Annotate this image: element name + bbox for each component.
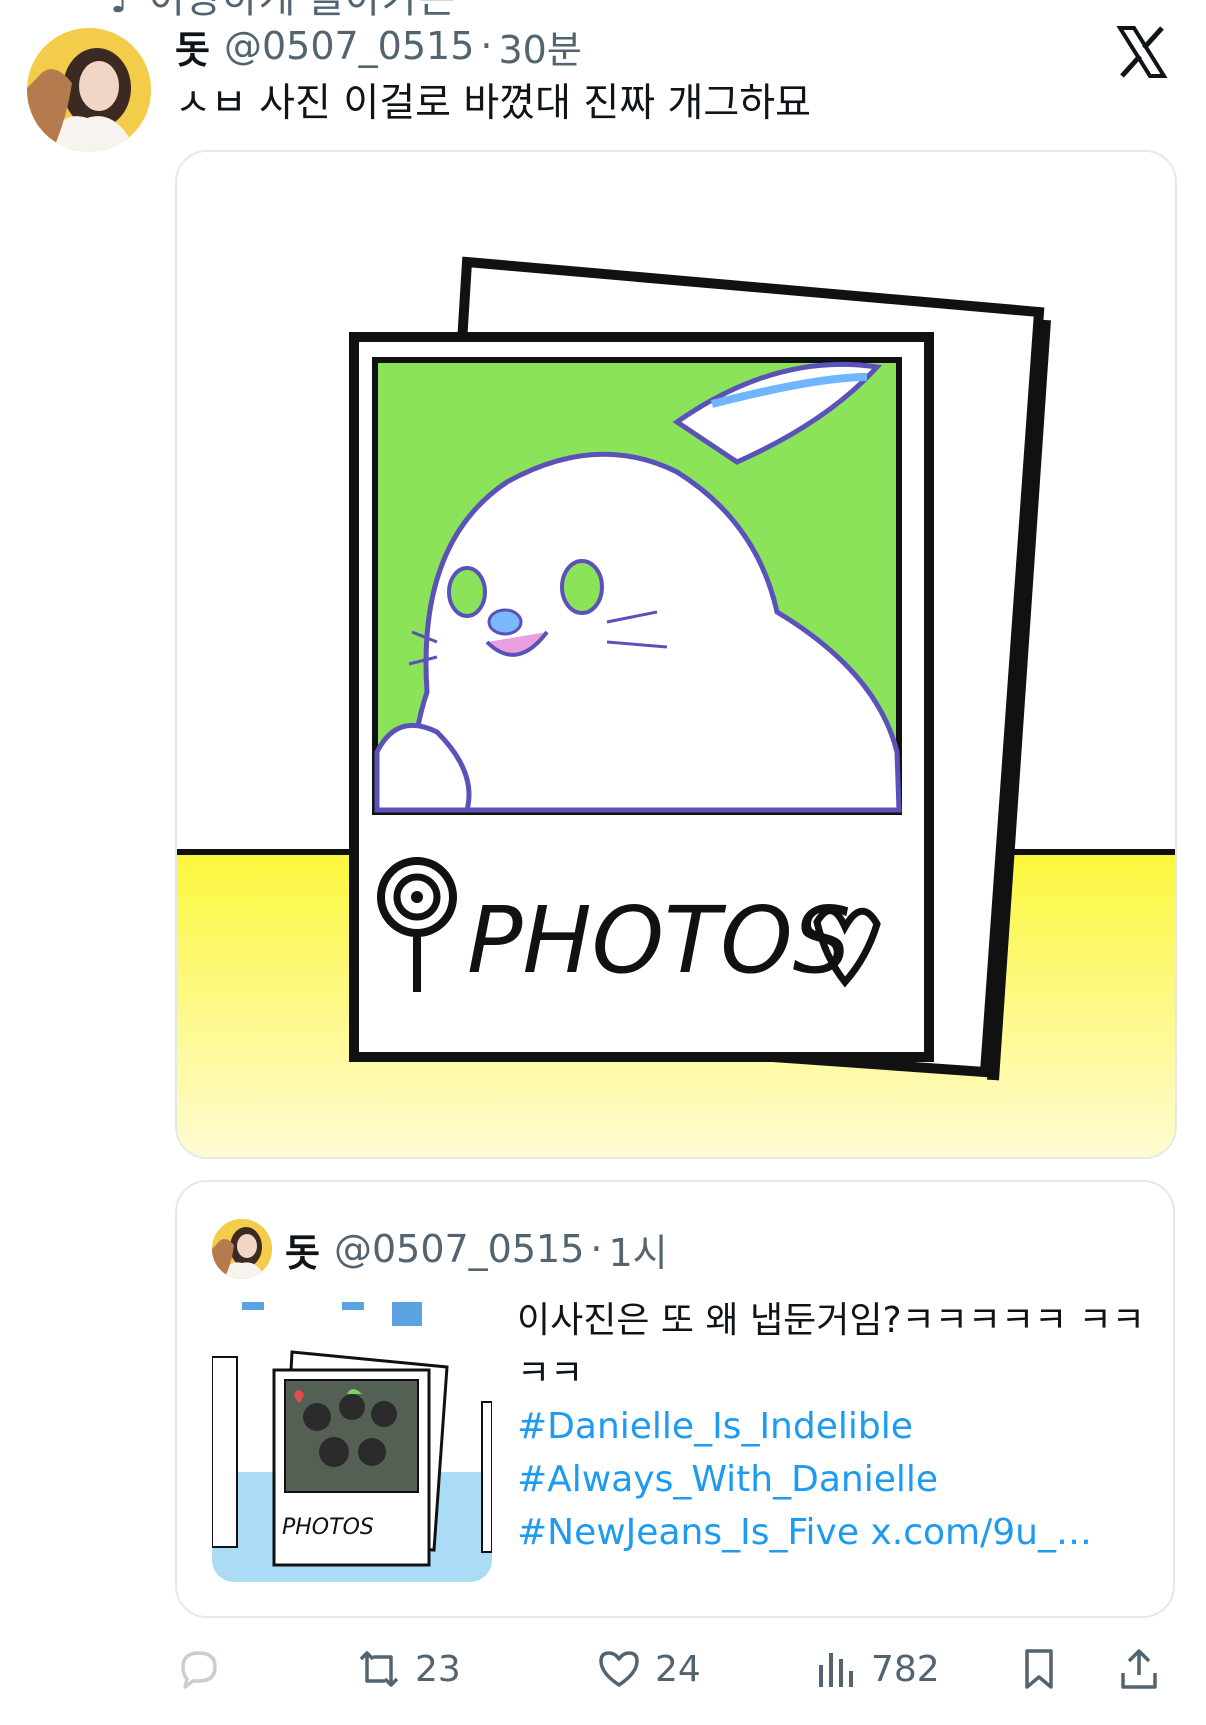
retweet-count: 23: [415, 1648, 461, 1690]
reply-icon: [181, 1651, 217, 1689]
hashtag-link[interactable]: #NewJeans_Is_Five: [517, 1512, 859, 1553]
tweet-media-image[interactable]: PHOTOS: [175, 150, 1177, 1159]
bookmark-icon: [1025, 1649, 1053, 1689]
quoted-tweet-card[interactable]: 돗 @0507_0515 · 1시 PHOTOS 이사진은 또 왜 냅둔거임?ㅋ…: [175, 1180, 1175, 1618]
author-avatar[interactable]: [27, 28, 151, 152]
post-time[interactable]: 30분: [498, 19, 581, 74]
quoted-author-name[interactable]: 돗: [285, 1222, 320, 1277]
quoted-author-line: 돗 @0507_0515 · 1시: [285, 1220, 668, 1278]
separator: ·: [590, 1227, 603, 1271]
separator: ·: [480, 24, 493, 68]
like-count: 24: [655, 1648, 701, 1690]
shortened-url[interactable]: x.com/9u_…: [870, 1512, 1091, 1553]
quoted-media-thumbnail[interactable]: PHOTOS: [212, 1302, 492, 1582]
like-button[interactable]: 24: [595, 1638, 701, 1700]
x-logo-icon[interactable]: [1114, 24, 1170, 80]
photos-caption-text: PHOTOS: [467, 887, 851, 994]
tweet-text: ㅅㅂ 사진 이걸로 바꼈대 진짜 개그하묘: [175, 81, 812, 126]
author-name[interactable]: 돗: [175, 19, 210, 74]
quoted-author-avatar[interactable]: [212, 1219, 272, 1279]
bookmark-button[interactable]: [1015, 1638, 1075, 1700]
views-icon: [819, 1653, 853, 1687]
hashtag-link[interactable]: #Danielle_Is_Indelible: [517, 1400, 1157, 1453]
quoted-tweet-body: 이사진은 또 왜 냅둔거임?ㅋㅋㅋㅋㅋ ㅋㅋㅋㅋ: [517, 1300, 1145, 1394]
quoted-thumb-caption: PHOTOS: [282, 1515, 374, 1540]
retweet-button[interactable]: 23: [355, 1638, 461, 1700]
hashtag-link: #NewJeans_Is_Five x.com/9u_…: [517, 1506, 1157, 1559]
hashtag-link[interactable]: #Always_With_Danielle: [517, 1453, 1157, 1506]
author-line: 돗 @0507_0515 · 30분: [175, 18, 582, 74]
share-button[interactable]: [1115, 1638, 1175, 1700]
tweet-action-bar: 23 24 782: [175, 1638, 1175, 1700]
views-button[interactable]: 782: [811, 1638, 940, 1700]
retweet-icon: [359, 1651, 399, 1687]
quoted-post-time[interactable]: 1시: [608, 1222, 667, 1277]
share-icon: [1121, 1649, 1157, 1689]
quoted-tweet-text: 이사진은 또 왜 냅둔거임?ㅋㅋㅋㅋㅋ ㅋㅋㅋㅋ #Danielle_Is_In…: [517, 1294, 1157, 1559]
view-count: 782: [871, 1648, 940, 1690]
author-handle[interactable]: @0507_0515: [224, 24, 474, 68]
reply-button[interactable]: [175, 1638, 235, 1700]
quoted-author-handle[interactable]: @0507_0515: [334, 1227, 584, 1271]
like-icon: [599, 1651, 639, 1687]
